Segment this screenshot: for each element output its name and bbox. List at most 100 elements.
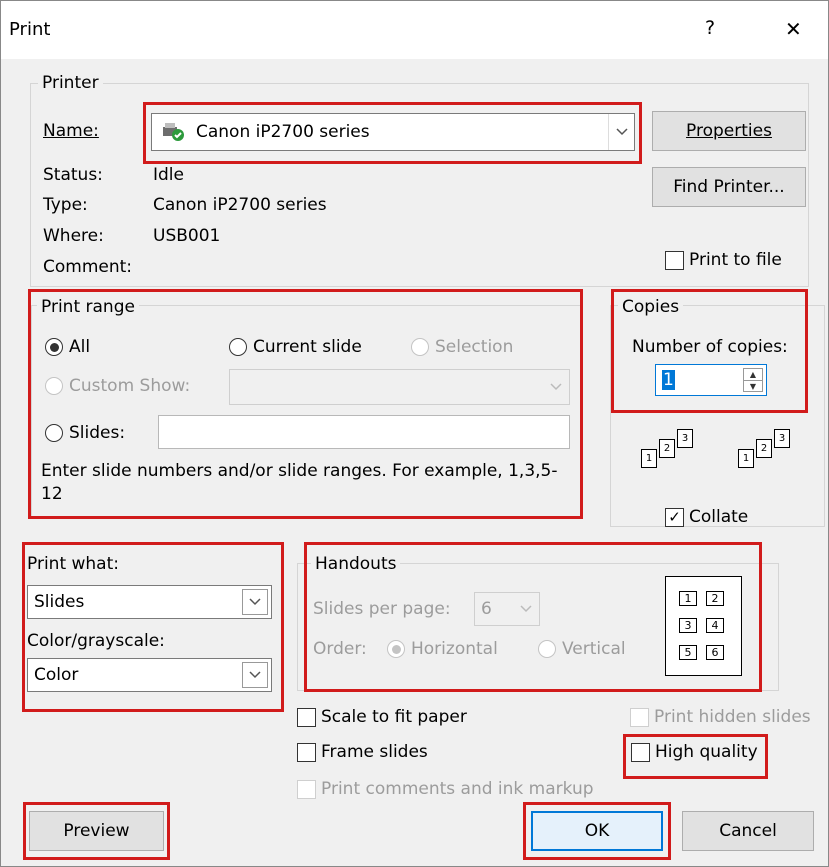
checkbox-box [665, 250, 684, 270]
radio-dot [45, 338, 63, 356]
chevron-down-icon [513, 593, 539, 625]
collate-checkbox[interactable]: ✓ Collate [665, 507, 748, 527]
copies-spinner[interactable]: 1 ▲ ▼ [655, 364, 767, 396]
radio-dot [45, 424, 63, 442]
radio-dot [229, 338, 247, 356]
collate-page: 1 [641, 449, 657, 468]
print-range-legend: Print range [37, 297, 139, 317]
collate-page: 3 [774, 429, 790, 448]
radio-dot [538, 640, 556, 658]
status-value: Idle [153, 165, 184, 185]
comment-label: Comment: [43, 257, 133, 277]
print-hidden-slides-label: Print hidden slides [654, 707, 811, 727]
frame-slides-checkbox[interactable]: Frame slides [297, 742, 428, 762]
print-what-label: Print what: [27, 554, 119, 574]
color-grayscale-label: Color/grayscale: [27, 631, 165, 651]
where-value: USB001 [153, 226, 221, 246]
print-what-select[interactable]: Slides [27, 585, 272, 619]
close-button[interactable]: ✕ [785, 17, 802, 41]
status-label: Status: [43, 165, 103, 185]
preview-label: Preview [63, 821, 130, 841]
collate-label: Collate [689, 507, 749, 527]
title-bar: Print ? ✕ [1, 1, 828, 59]
print-to-file-checkbox[interactable]: Print to file [665, 250, 782, 270]
help-button[interactable]: ? [705, 17, 715, 39]
find-printer-button[interactable]: Find Printer... [652, 167, 806, 207]
handout-cell: 1 [679, 591, 697, 606]
range-current-slide-radio[interactable]: Current slide [229, 337, 362, 357]
range-slides-label: Slides: [69, 423, 126, 443]
printer-legend: Printer [38, 73, 103, 93]
printer-name-label: Name: [43, 121, 99, 141]
chevron-down-icon [608, 114, 634, 150]
range-selection-label: Selection [435, 337, 514, 357]
order-label: Order: [313, 639, 367, 659]
where-label: Where: [43, 226, 104, 246]
color-grayscale-select[interactable]: Color [27, 658, 272, 692]
check-icon: ✓ [665, 507, 684, 527]
high-quality-checkbox[interactable]: High quality [631, 742, 758, 762]
print-what-value: Slides [34, 592, 85, 612]
scale-to-fit-label: Scale to fit paper [321, 707, 467, 727]
properties-button[interactable]: Properties [652, 111, 806, 151]
radio-dot [411, 338, 429, 356]
find-printer-label: Find Printer... [673, 177, 785, 197]
ok-label: OK [584, 821, 610, 841]
handout-cell: 3 [679, 618, 697, 633]
handout-cell: 4 [706, 618, 724, 633]
frame-slides-label: Frame slides [321, 742, 428, 762]
order-vertical-label: Vertical [562, 639, 626, 659]
range-hint: Enter slide numbers and/or slide ranges.… [41, 461, 558, 504]
chevron-down-icon [543, 370, 569, 404]
copies-legend: Copies [618, 297, 684, 317]
handout-cell: 5 [679, 645, 697, 660]
collate-page: 2 [659, 439, 675, 458]
checkbox-box [630, 707, 649, 727]
spinner-arrows-icon[interactable]: ▲ ▼ [743, 368, 763, 392]
handout-cell: 6 [706, 645, 724, 660]
chevron-down-icon [242, 589, 268, 615]
slides-per-page-value: 6 [481, 599, 492, 619]
checkbox-box [297, 742, 316, 762]
handout-cell: 2 [706, 591, 724, 606]
printer-name-value: Canon iP2700 series [196, 122, 370, 142]
slides-input[interactable] [158, 415, 570, 449]
cancel-label: Cancel [719, 821, 777, 841]
range-all-label: All [69, 337, 91, 357]
range-slides-radio[interactable]: Slides: [45, 423, 125, 443]
scale-to-fit-checkbox[interactable]: Scale to fit paper [297, 707, 467, 727]
high-quality-label: High quality [655, 742, 758, 762]
checkbox-box [297, 707, 316, 727]
radio-dot [387, 640, 405, 658]
order-vertical-radio[interactable]: Vertical [538, 639, 626, 659]
range-selection-radio[interactable]: Selection [411, 337, 513, 357]
chevron-down-icon [242, 662, 268, 688]
collate-page: 1 [738, 449, 754, 468]
range-all-radio[interactable]: All [45, 337, 90, 357]
print-comments-checkbox[interactable]: Print comments and ink markup [297, 779, 594, 799]
printer-icon [162, 122, 186, 142]
copies-value: 1 [662, 370, 675, 390]
type-value: Canon iP2700 series [153, 195, 327, 215]
cancel-button[interactable]: Cancel [682, 811, 814, 851]
properties-label: Properties [686, 121, 772, 141]
ok-button[interactable]: OK [531, 811, 663, 851]
print-hidden-slides-checkbox[interactable]: Print hidden slides [630, 707, 811, 727]
handout-preview [665, 576, 742, 676]
order-horizontal-label: Horizontal [411, 639, 498, 659]
print-comments-label: Print comments and ink markup [321, 779, 594, 799]
printer-name-select[interactable]: Canon iP2700 series [151, 113, 635, 151]
slides-per-page-select[interactable]: 6 [474, 592, 540, 626]
checkbox-box [631, 742, 650, 762]
range-current-slide-label: Current slide [253, 337, 362, 357]
print-dialog: Print ? ✕ Printer Name: Canon iP2700 ser… [0, 0, 829, 867]
order-horizontal-radio[interactable]: Horizontal [387, 639, 498, 659]
handouts-legend: Handouts [311, 554, 401, 574]
window-title: Print [9, 19, 51, 40]
color-grayscale-value: Color [34, 665, 79, 685]
range-custom-show-radio[interactable]: Custom Show: [45, 376, 190, 396]
type-label: Type: [43, 195, 88, 215]
custom-show-select[interactable] [229, 369, 570, 405]
preview-button[interactable]: Preview [29, 811, 164, 851]
collate-page: 2 [756, 439, 772, 458]
